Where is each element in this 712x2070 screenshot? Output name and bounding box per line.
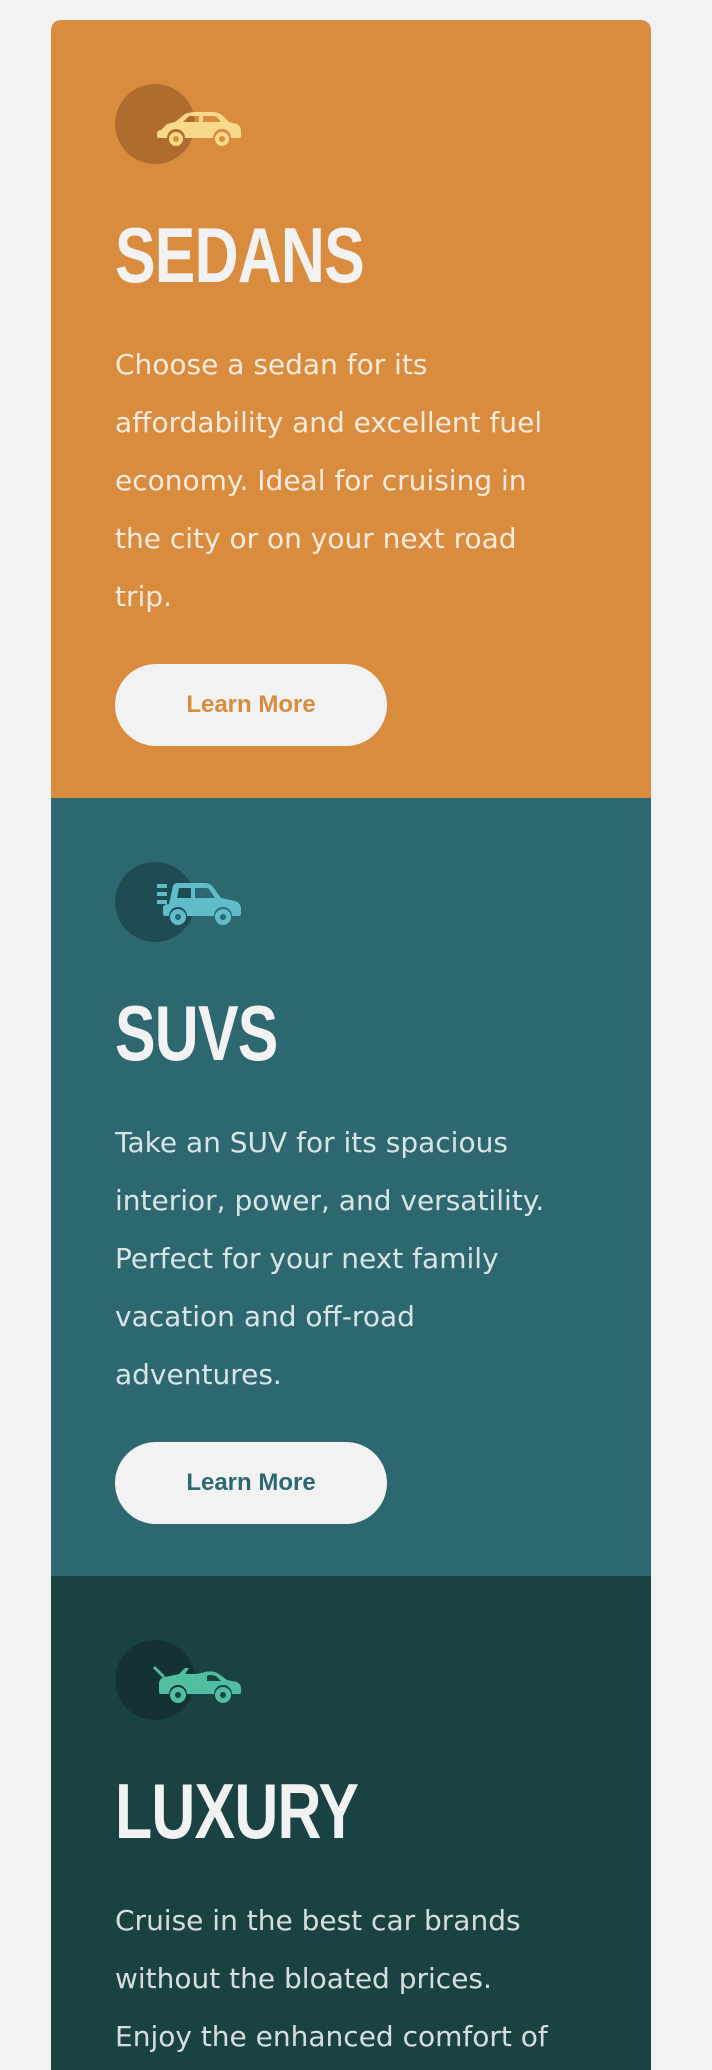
convertible-icon [153, 1666, 241, 1703]
card-suvs: SUVS Take an SUV for its spacious interi… [51, 798, 651, 1576]
sedan-icon-wrap [115, 84, 243, 164]
card-title: SUVS [115, 989, 278, 1077]
car-category-cards: SEDANS Choose a sedan for its affordabil… [51, 20, 651, 2070]
card-title: SEDANS [115, 211, 365, 299]
card-description: Choose a sedan for its affordability and… [115, 348, 543, 613]
card-description: Take an SUV for its spacious interior, p… [115, 1126, 545, 1391]
convertible-icon-wrap [115, 1640, 243, 1720]
sedan-icon [157, 112, 241, 146]
suv-icon-wrap [115, 862, 243, 942]
suv-icon [157, 883, 241, 925]
card-luxury: LUXURY Cruise in the best car brands wit… [51, 1576, 651, 2070]
learn-more-button[interactable]: Learn More [115, 664, 387, 746]
page: SEDANS Choose a sedan for its affordabil… [0, 0, 712, 2070]
learn-more-button[interactable]: Learn More [115, 1442, 387, 1524]
card-description: Cruise in the best car brands without th… [115, 1904, 548, 2053]
card-title: LUXURY [115, 1767, 359, 1855]
card-sedans: SEDANS Choose a sedan for its affordabil… [51, 20, 651, 798]
